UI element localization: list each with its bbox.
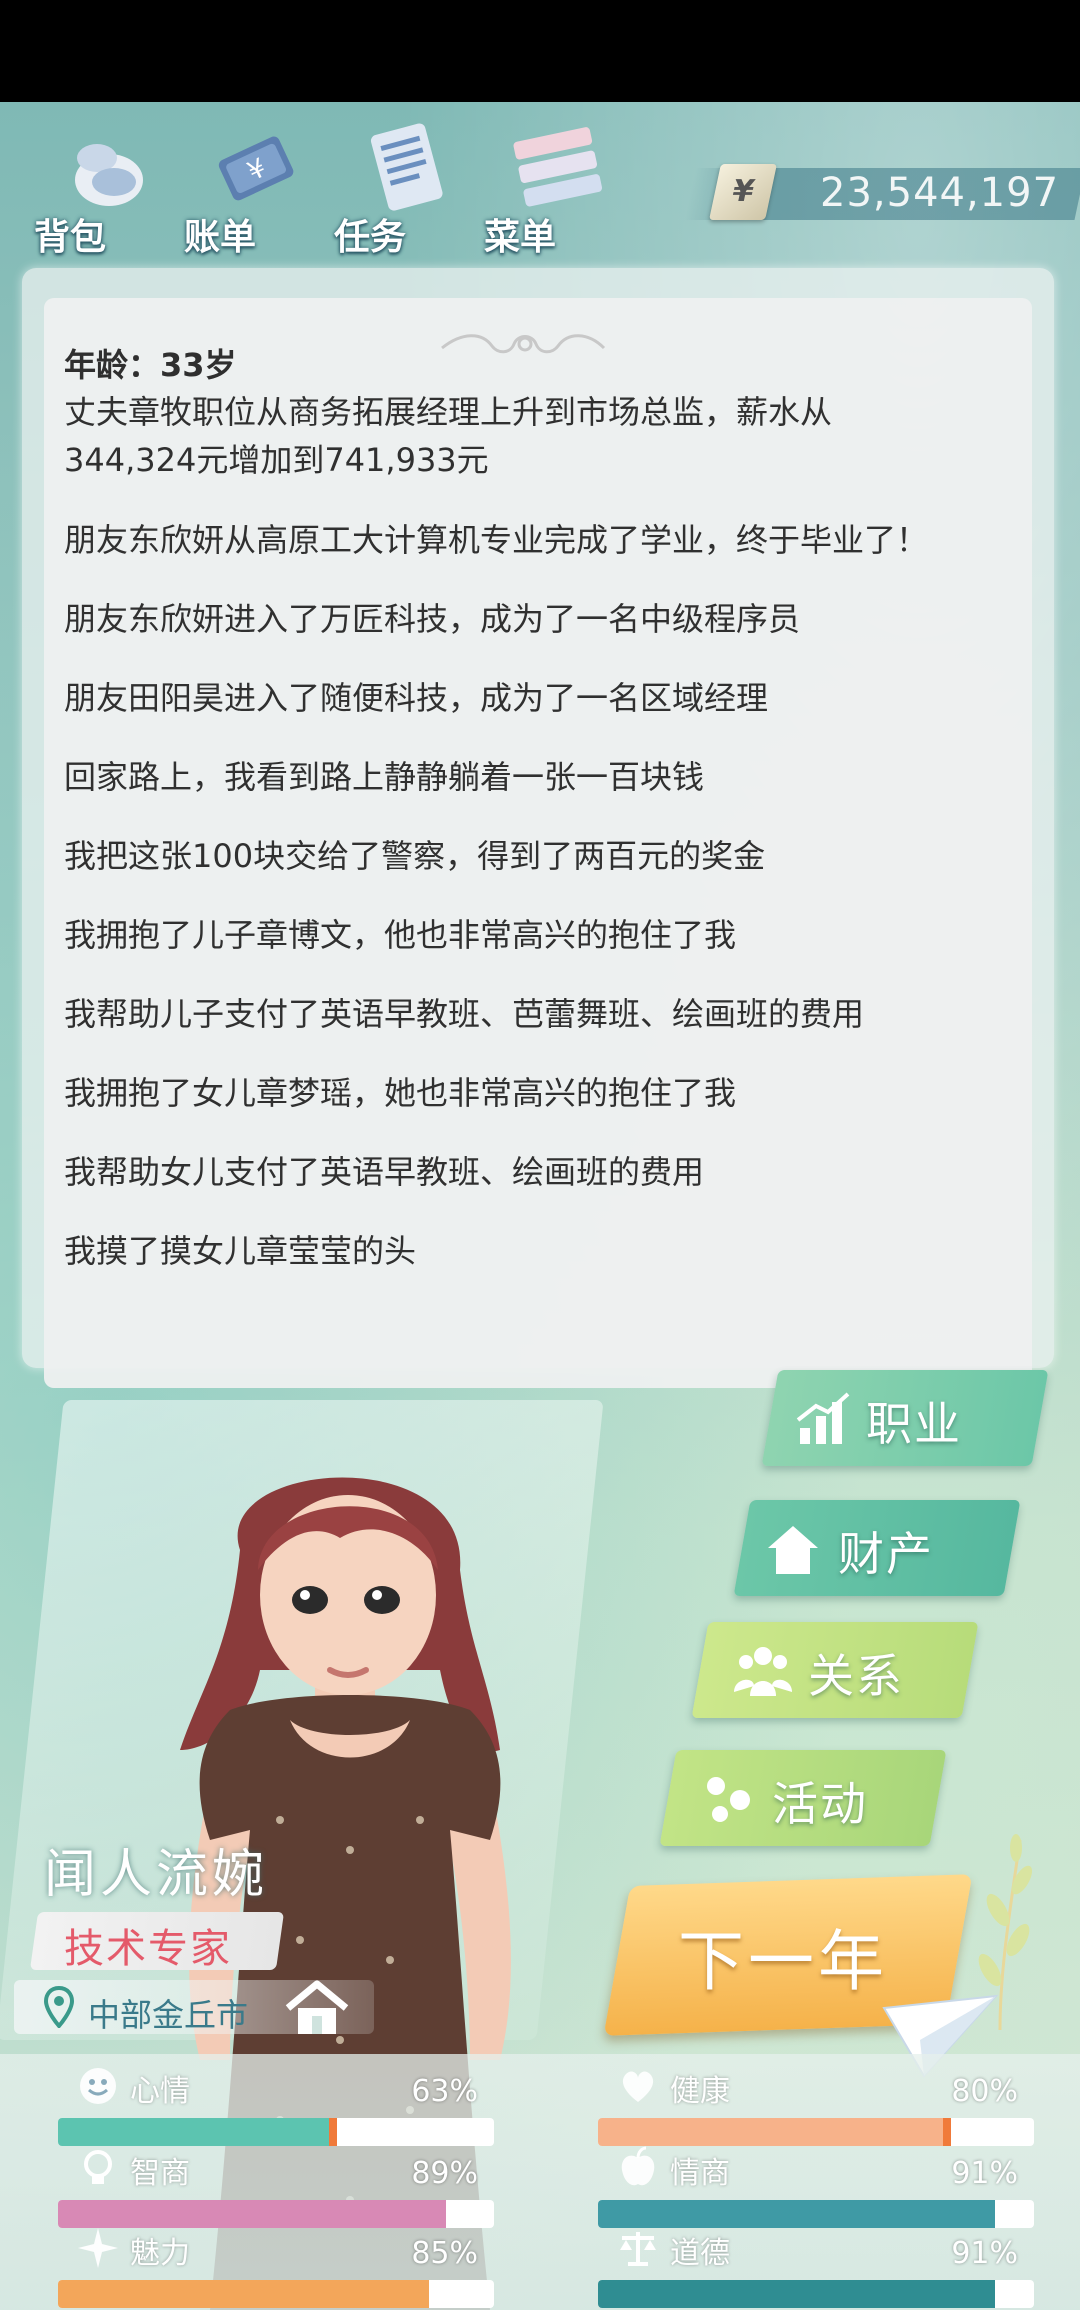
bill-icon: ¥ [218,136,294,201]
people-icon [734,1647,792,1696]
apple-icon [621,2146,655,2186]
stat-morality-value: 91% [951,2236,1018,2271]
activities-button[interactable]: 活动 [659,1750,947,1846]
stat-iq-value: 89% [411,2156,478,2191]
career-label: 职业 [866,1397,962,1451]
stat-mood: 心情 63% [58,2064,498,2146]
stat-health-marker [942,2118,951,2146]
scale-icon [620,2232,656,2266]
toolbar-task-button[interactable]: 任务 [334,112,464,258]
stat-eq-bar [598,2200,1034,2228]
toolbar-bill-button[interactable]: ¥ 账单 [184,112,314,258]
heart-icon [622,2071,654,2102]
stat-eq: 情商 91% [598,2146,1038,2228]
sparkle-icon [78,2228,118,2268]
stat-morality-label: 道德 [670,2236,730,2271]
career-chart-icon [796,1392,850,1444]
stat-iq-fill [58,2200,447,2228]
event-item: 我拥抱了女儿章梦瑶，她也非常高兴的抱住了我 [64,1074,737,1112]
next-year-label: 下一年 [678,1923,888,2000]
event-item: 丈夫章牧职位从商务拓展经理上升到市场总监，薪水从344,324元增加到741,9… [64,393,833,479]
career-button[interactable]: 职业 [761,1370,1049,1466]
ornament-icon [441,334,606,354]
event-item: 我帮助女儿支付了英语早教班、绘画班的费用 [64,1153,705,1191]
event-list: 丈夫章牧职位从商务拓展经理上升到市场总监，薪水从344,324元增加到741,9… [64,388,964,1306]
stat-charm-value: 85% [411,2236,478,2271]
stat-charm-bar [58,2280,494,2308]
event-item: 我拥抱了儿子章博文，他也非常高兴的抱住了我 [64,916,737,954]
toolbar-bag-button[interactable]: 背包 [34,112,164,258]
yen-icon: ¥ [709,164,777,220]
house-icon [768,1526,818,1574]
stat-iq: 智商 89% [58,2146,498,2228]
toolbar-menu-button[interactable]: 菜单 [484,112,614,258]
stat-charm-fill [58,2280,429,2308]
toolbar-bag-label: 背包 [34,217,107,258]
stat-iq-label: 智商 [130,2156,190,2191]
event-item: 回家路上，我看到路上静静躺着一张一百块钱 [64,758,705,796]
stat-charm: 魅力 85% [58,2226,498,2308]
event-item: 朋友田阳昊进入了随便科技，成为了一名区域经理 [64,679,769,717]
stat-health-bar [598,2118,1034,2146]
bulb-icon [84,2150,112,2184]
character-name: 闻人流婉 [44,1845,269,1905]
stat-health: 健康 80% [598,2064,1038,2146]
location-pin-icon [44,1986,74,2028]
event-item: 我把这张100块交给了警察，得到了两百元的奖金 [64,837,766,875]
toolbar-menu-label: 菜单 [484,217,557,258]
stat-morality-fill [598,2280,995,2308]
home-icon[interactable] [282,1978,352,2038]
stat-health-fill [598,2118,947,2146]
property-label: 财产 [838,1527,934,1581]
toolbar-task-label: 任务 [334,217,407,258]
location-label: 中部金丘市 [88,1996,249,2034]
status-bar [0,0,1080,102]
stat-iq-bar [58,2200,494,2228]
stat-mood-value: 63% [411,2074,478,2109]
relations-button[interactable]: 关系 [691,1622,979,1718]
smile-icon [80,2068,116,2104]
stat-mood-bar [58,2118,494,2146]
property-button[interactable]: 财产 [733,1500,1021,1596]
menu-icon [513,127,603,207]
event-item: 朋友东欣妍从高原工大计算机专业完成了学业，终于毕业了！ [64,521,929,559]
event-item: 我摸了摸女儿章莹莹的头 [64,1232,417,1270]
stat-charm-label: 魅力 [130,2236,190,2271]
stat-mood-label: 心情 [130,2074,190,2109]
activities-label: 活动 [772,1777,868,1831]
stat-eq-fill [598,2200,995,2228]
stat-mood-marker [328,2118,337,2146]
age-label: 年龄：33岁 [64,346,237,384]
stat-morality-bar [598,2280,1034,2308]
stat-eq-label: 情商 [670,2156,730,2191]
event-item: 我帮助儿子支付了英语早教班、芭蕾舞班、绘画班的费用 [64,995,865,1033]
bag-icon [75,144,143,206]
stat-health-label: 健康 [670,2074,730,2109]
stat-health-value: 80% [951,2074,1018,2109]
stat-eq-value: 91% [951,2156,1018,2191]
toolbar-bill-label: 账单 [184,217,257,258]
event-item: 朋友东欣妍进入了万匠科技，成为了一名中级程序员 [64,600,801,638]
task-icon [370,123,443,211]
relations-label: 关系 [808,1649,904,1703]
bubbles-icon [707,1777,750,1822]
stat-mood-fill [58,2118,333,2146]
money-value: 23,544,197 [820,170,1060,216]
stat-morality: 道德 91% [598,2226,1038,2308]
job-label: 技术专家 [64,1926,232,1972]
